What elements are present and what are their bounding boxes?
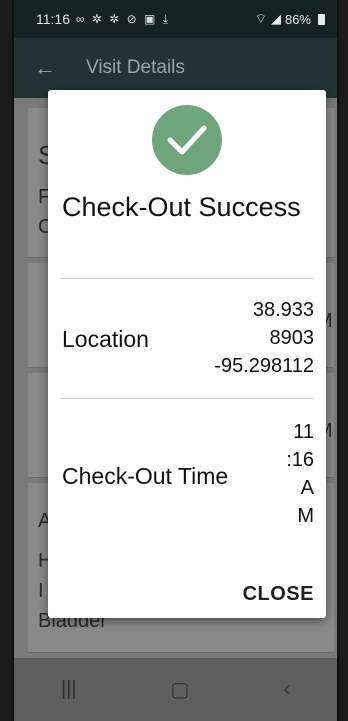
location-line: 38.933	[252, 299, 314, 321]
back-arrow-icon[interactable]: ←	[34, 55, 58, 81]
time-line: 11	[293, 421, 314, 443]
app-bar: ← Visit Details	[14, 38, 337, 98]
divider	[60, 398, 314, 399]
dialog-title: Check-Out Success	[62, 192, 301, 222]
location-value: 38.933 8903 -95.298112	[214, 296, 314, 380]
checkout-success-dialog: Check-Out Success Location 38.933 8903 -…	[48, 90, 326, 618]
notification-icons: ∞ ✲ ✲ ⊘ ▣ ⤓	[76, 11, 171, 26]
recent-apps-icon[interactable]: |||	[61, 678, 77, 701]
phone-screen: 11:16 ∞ ✲ ✲ ⊘ ▣ ⤓ ⌔ ◢ 86% ← Visit Detail…	[12, 0, 339, 721]
time-line: :16	[286, 449, 314, 471]
background-text: I	[38, 580, 44, 602]
wifi-icon: ⌔	[254, 11, 267, 26]
success-check-icon	[152, 105, 222, 175]
home-icon[interactable]: ▢	[171, 677, 190, 702]
time-line: A	[300, 477, 314, 499]
page-title: Visit Details	[86, 57, 185, 78]
back-nav-icon[interactable]: ‹	[283, 678, 290, 701]
location-line: 8903	[269, 327, 315, 349]
time-line: M	[297, 505, 314, 527]
battery-percent: 86%	[284, 11, 311, 27]
status-time: 11:16	[36, 11, 70, 27]
location-line: -95.298112	[214, 355, 314, 377]
close-button[interactable]: CLOSE	[243, 583, 314, 606]
system-nav-bar: ||| ▢ ‹	[14, 658, 337, 721]
status-bar: 11:16 ∞ ✲ ✲ ⊘ ▣ ⤓ ⌔ ◢ 86%	[14, 0, 337, 38]
checkout-time-label: Check-Out Time	[62, 463, 229, 489]
divider	[60, 278, 314, 279]
location-label: Location	[62, 326, 149, 352]
signal-icon: ◢	[270, 11, 281, 26]
status-right: ⌔ ◢ 86%	[255, 11, 325, 27]
checkout-time-value: 11 :16 A M	[286, 418, 314, 530]
battery-icon	[318, 13, 325, 25]
